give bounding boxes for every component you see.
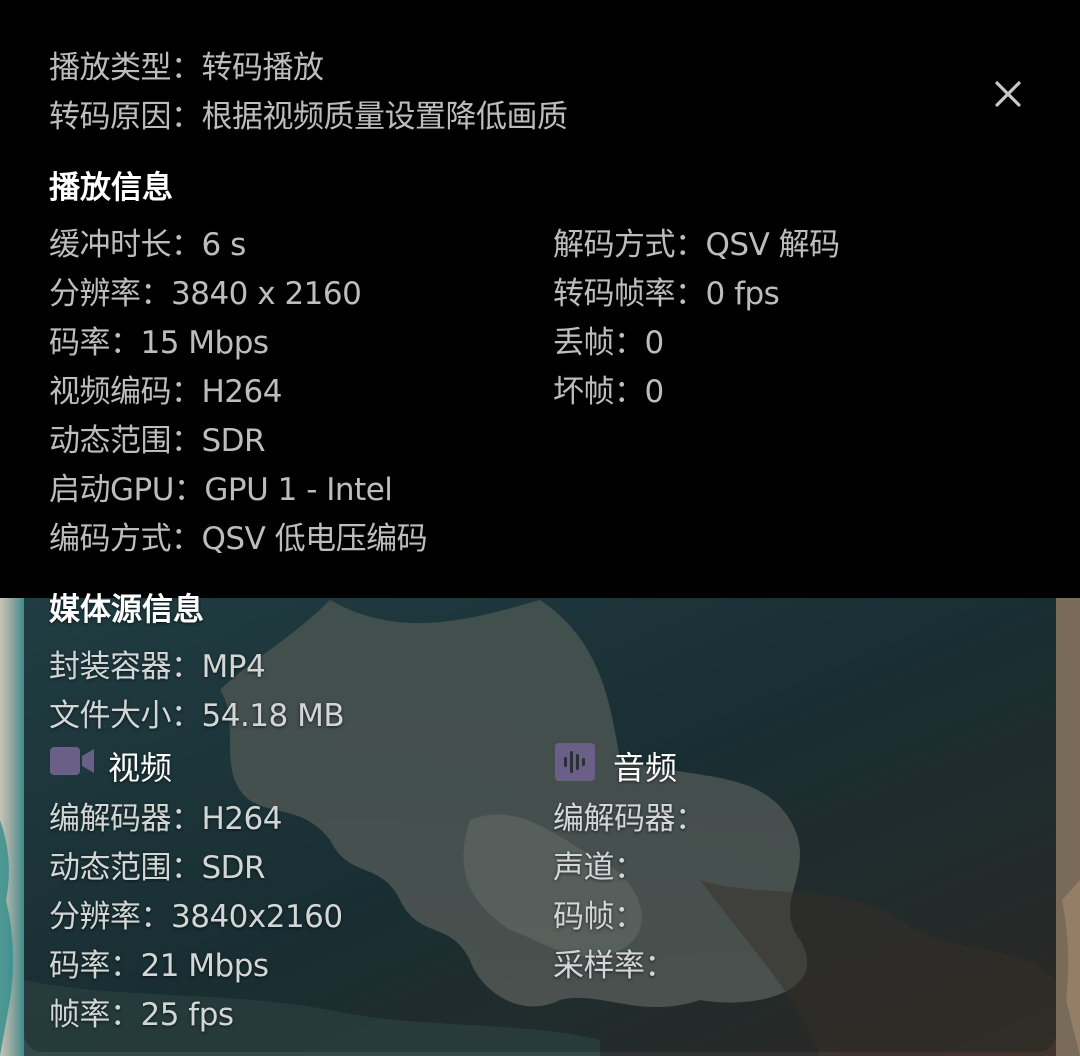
- video-dynamic-range-row: 动态范围：SDR: [49, 842, 266, 887]
- encode-method-label: 编码方式：: [49, 521, 202, 557]
- decode-method-row: 解码方式：QSV 解码: [553, 219, 840, 264]
- close-icon[interactable]: [988, 74, 1028, 114]
- decode-method-value: QSV 解码: [705, 227, 841, 263]
- dropped-frames-label: 丢帧：: [553, 325, 645, 361]
- video-framerate-row: 帧率：25 fps: [49, 989, 234, 1034]
- video-bitrate-row: 码率：21 Mbps: [49, 940, 269, 985]
- audio-channels-row: 声道：: [553, 842, 645, 887]
- gpu-row: 启动GPU：GPU 1 - Intel: [49, 464, 393, 509]
- video-codec-value: H264: [201, 801, 283, 837]
- video-framerate-label: 帧率：: [49, 997, 141, 1033]
- file-size-row: 文件大小：54.18 MB: [49, 690, 345, 735]
- video-encoding-row: 视频编码：H264: [49, 366, 282, 411]
- bitrate-value: 15 Mbps: [140, 325, 270, 361]
- bitrate-row: 码率：15 Mbps: [49, 317, 269, 362]
- video-bitrate-label: 码率：: [49, 948, 141, 984]
- bad-frames-value: 0: [644, 374, 665, 410]
- audio-samplerate-label: 采样率：: [553, 948, 676, 984]
- transcode-framerate-row: 转码帧率：0 fps: [553, 268, 780, 313]
- buffer-duration-label: 缓冲时长：: [49, 227, 202, 263]
- video-section-title: 视频: [108, 749, 173, 787]
- bad-frames-row: 坏帧：0: [553, 366, 664, 411]
- audio-codec-label: 编解码器：: [553, 801, 706, 837]
- dropped-frames-value: 0: [644, 325, 665, 361]
- audio-bitrate-label: 码帧：: [553, 899, 645, 935]
- playback-info-heading: 播放信息: [49, 170, 173, 206]
- playback-type-label: 播放类型：: [49, 50, 202, 86]
- encode-method-value: QSV 低电压编码: [201, 521, 428, 557]
- playback-type-value: 转码播放: [201, 50, 325, 86]
- audio-channels-label: 声道：: [553, 850, 645, 886]
- dynamic-range-value: SDR: [201, 423, 266, 459]
- video-camera-icon: [50, 747, 94, 775]
- playback-type-row: 播放类型：转码播放: [49, 42, 324, 87]
- container-row: 封装容器：MP4: [49, 641, 266, 686]
- gpu-value: GPU 1 - Intel: [204, 472, 393, 508]
- video-framerate-value: 25 fps: [140, 997, 235, 1033]
- video-codec-label: 编解码器：: [49, 801, 202, 837]
- video-codec-row: 编解码器：H264: [49, 793, 282, 838]
- buffer-duration-value: 6 s: [201, 227, 247, 263]
- transcode-reason-label: 转码原因：: [49, 99, 202, 135]
- resolution-row: 分辨率：3840 x 2160: [49, 268, 362, 313]
- video-resolution-row: 分辨率：3840x2160: [49, 891, 343, 936]
- decode-method-label: 解码方式：: [553, 227, 706, 263]
- bitrate-label: 码率：: [49, 325, 141, 361]
- encode-method-row: 编码方式：QSV 低电压编码: [49, 513, 428, 558]
- dynamic-range-row: 动态范围：SDR: [49, 415, 266, 460]
- video-bitrate-value: 21 Mbps: [140, 948, 270, 984]
- audio-bitrate-row: 码帧：: [553, 891, 645, 936]
- file-size-value: 54.18 MB: [201, 698, 345, 734]
- transcode-framerate-label: 转码帧率：: [553, 276, 706, 312]
- resolution-value: 3840 x 2160: [171, 276, 362, 312]
- transcode-reason-value: 根据视频质量设置降低画质: [201, 99, 569, 135]
- container-label: 封装容器：: [49, 649, 202, 685]
- bad-frames-label: 坏帧：: [553, 374, 645, 410]
- transcode-framerate-value: 0 fps: [705, 276, 780, 312]
- file-size-label: 文件大小：: [49, 698, 202, 734]
- video-resolution-value: 3840x2160: [171, 899, 343, 935]
- audio-waveform-icon: [555, 743, 595, 781]
- video-encoding-label: 视频编码：: [49, 374, 202, 410]
- audio-section-title: 音频: [613, 749, 678, 787]
- audio-codec-row: 编解码器：: [553, 793, 706, 838]
- video-dynamic-range-value: SDR: [201, 850, 266, 886]
- dropped-frames-row: 丢帧：0: [553, 317, 664, 362]
- resolution-label: 分辨率：: [49, 276, 172, 312]
- media-source-heading: 媒体源信息: [49, 592, 204, 628]
- dynamic-range-label: 动态范围：: [49, 423, 202, 459]
- gpu-label: 启动GPU：: [49, 472, 205, 508]
- video-resolution-label: 分辨率：: [49, 899, 172, 935]
- buffer-duration-row: 缓冲时长：6 s: [49, 219, 246, 264]
- video-encoding-value: H264: [201, 374, 283, 410]
- audio-samplerate-row: 采样率：: [553, 940, 676, 985]
- video-dynamic-range-label: 动态范围：: [49, 850, 202, 886]
- container-value: MP4: [201, 649, 266, 685]
- transcode-reason-row: 转码原因：根据视频质量设置降低画质: [49, 91, 568, 136]
